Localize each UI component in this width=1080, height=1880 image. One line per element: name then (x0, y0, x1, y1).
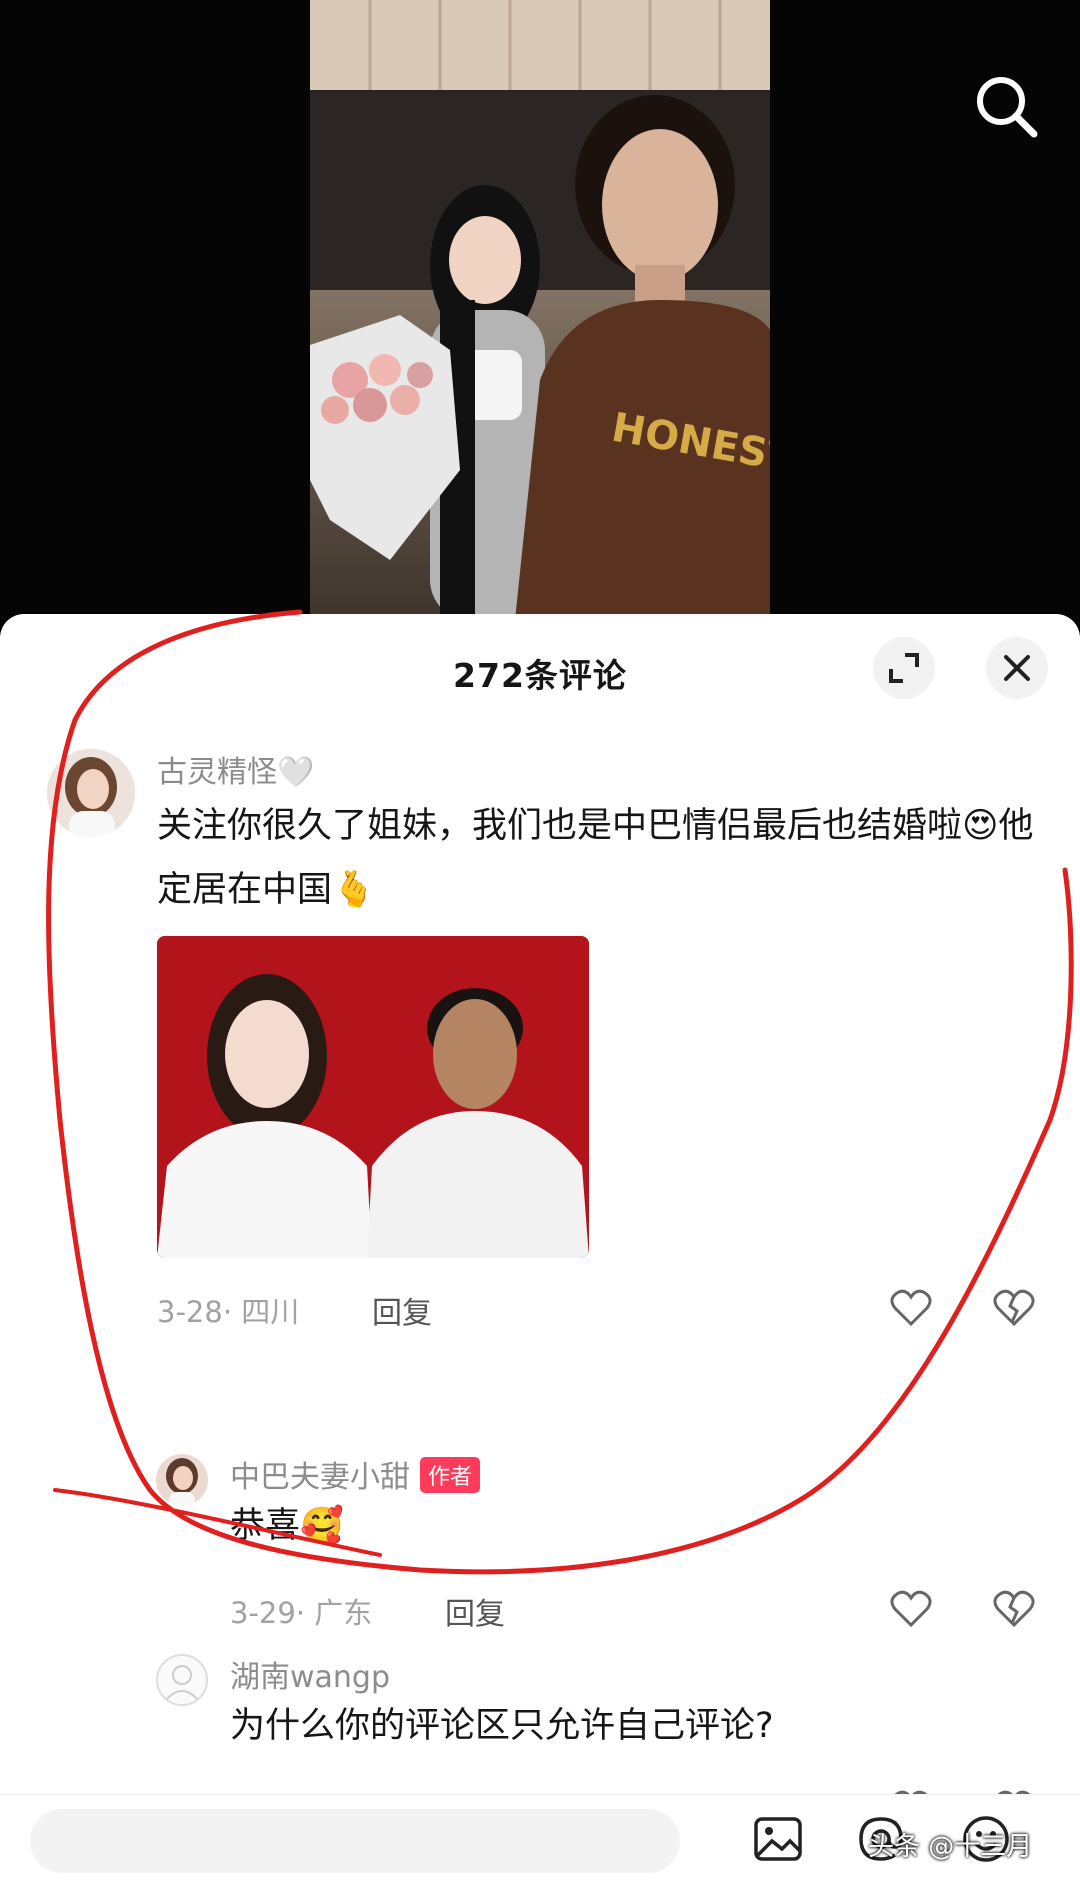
comment-date-location: 3-29· 广东 (230, 1596, 373, 1630)
comment-text: 为什么你的评论区只允许自己评论? (230, 1706, 774, 1746)
comment-date: 3-28 (157, 1295, 223, 1329)
heart-outline-icon[interactable] (889, 1587, 933, 1631)
avatar[interactable] (47, 749, 135, 837)
comment-text: 关注你很久了姐妹，我们也是中巴情侣最后也结婚啦😍他定居在中国🫰 (157, 806, 1034, 910)
heart-outline-icon[interactable] (889, 1286, 933, 1330)
close-icon[interactable] (986, 637, 1048, 699)
comment-date: 3-29 (230, 1596, 296, 1630)
image-icon[interactable] (752, 1813, 804, 1865)
watermark: 头条 @十三月 (868, 1832, 1033, 1862)
comment-location: 四川 (241, 1295, 300, 1329)
comment-sheet: 272条评论 古灵精怪🤍 关注你很久了姐妹，我们也是中巴情侣最后也结婚啦😍他定居… (0, 614, 1080, 1880)
expand-icon[interactable] (873, 637, 935, 699)
comment-text: 恭喜🥰 (230, 1506, 344, 1546)
comment-input[interactable] (30, 1809, 680, 1873)
comment-username[interactable]: 中巴夫妻小甜 作者 (230, 1452, 481, 1496)
comment-location: 广东 (314, 1596, 373, 1630)
comment-attached-image[interactable] (157, 936, 589, 1258)
author-badge: 作者 (420, 1457, 481, 1493)
comment-username[interactable]: 湖南wangp (230, 1652, 390, 1696)
avatar[interactable] (156, 1454, 208, 1506)
comment-username[interactable]: 古灵精怪🤍 (157, 747, 314, 791)
video-player[interactable]: HONEST (0, 0, 1080, 620)
reply-button[interactable]: 回复 (445, 1589, 505, 1633)
broken-heart-icon[interactable] (992, 1587, 1036, 1631)
reply-username[interactable]: 中巴夫妻小甜 (230, 1460, 410, 1495)
reply-button[interactable]: 回复 (372, 1288, 432, 1332)
video-frame-couple-photo: HONEST (310, 0, 770, 620)
search-icon[interactable] (970, 70, 1044, 144)
avatar[interactable] (156, 1654, 208, 1706)
comment-date-location: 3-28· 四川 (157, 1295, 300, 1329)
broken-heart-icon[interactable] (992, 1286, 1036, 1330)
